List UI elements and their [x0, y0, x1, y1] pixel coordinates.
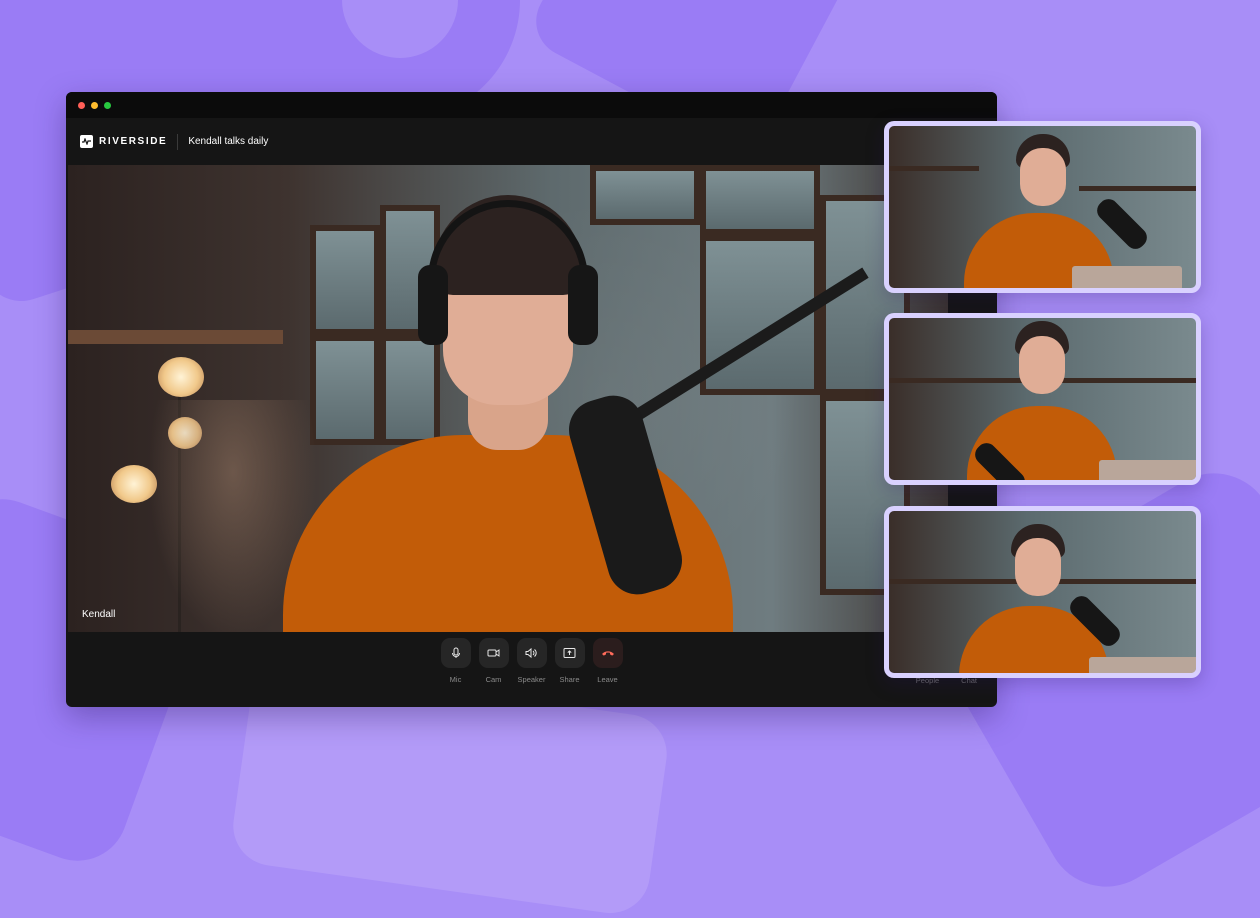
camera-icon — [487, 649, 500, 657]
share-screen-icon — [563, 648, 576, 658]
app-header: RIVERSIDE Kendall talks daily — [66, 118, 997, 165]
cam-button[interactable] — [478, 638, 509, 668]
mic-label: Mic — [449, 675, 462, 684]
speaker-button[interactable] — [516, 638, 547, 668]
minimize-window-button[interactable] — [91, 101, 98, 109]
participant-tile[interactable] — [884, 506, 1201, 678]
app-window: RIVERSIDE Kendall talks daily Kendall Mi… — [66, 92, 997, 707]
participant-tile[interactable] — [884, 121, 1201, 293]
riverside-logo[interactable]: RIVERSIDE — [80, 135, 167, 148]
waveform-icon — [80, 135, 93, 148]
session-title: Kendall talks daily — [188, 136, 269, 147]
main-video-stage[interactable]: Kendall — [68, 165, 948, 632]
speaker-control[interactable]: Speaker — [516, 638, 547, 707]
leave-control[interactable]: Leave — [592, 638, 623, 707]
speaker-label: Speaker — [517, 675, 546, 684]
close-window-button[interactable] — [78, 101, 85, 109]
lamp — [158, 357, 204, 397]
share-button[interactable] — [554, 638, 585, 668]
cam-label: Cam — [485, 675, 502, 684]
mic-control[interactable]: Mic — [440, 638, 471, 707]
share-label: Share — [559, 675, 580, 684]
speaker-name-label: Kendall — [82, 609, 116, 620]
maximize-window-button[interactable] — [104, 101, 111, 109]
brand-name: RIVERSIDE — [99, 136, 168, 147]
call-controls: Mic Cam Speaker Share Leave People Chat — [66, 632, 997, 707]
leave-label: Leave — [597, 675, 618, 684]
speaker-icon — [525, 647, 537, 659]
leave-button[interactable] — [592, 638, 623, 668]
mic-button[interactable] — [440, 638, 471, 668]
share-control[interactable]: Share — [554, 638, 585, 707]
cam-control[interactable]: Cam — [478, 638, 509, 707]
shelf — [68, 330, 283, 344]
header-divider — [177, 133, 179, 150]
microphone-icon — [451, 647, 460, 658]
window-titlebar — [66, 92, 997, 118]
participant-tile[interactable] — [884, 313, 1201, 485]
hang-up-icon — [601, 651, 614, 656]
